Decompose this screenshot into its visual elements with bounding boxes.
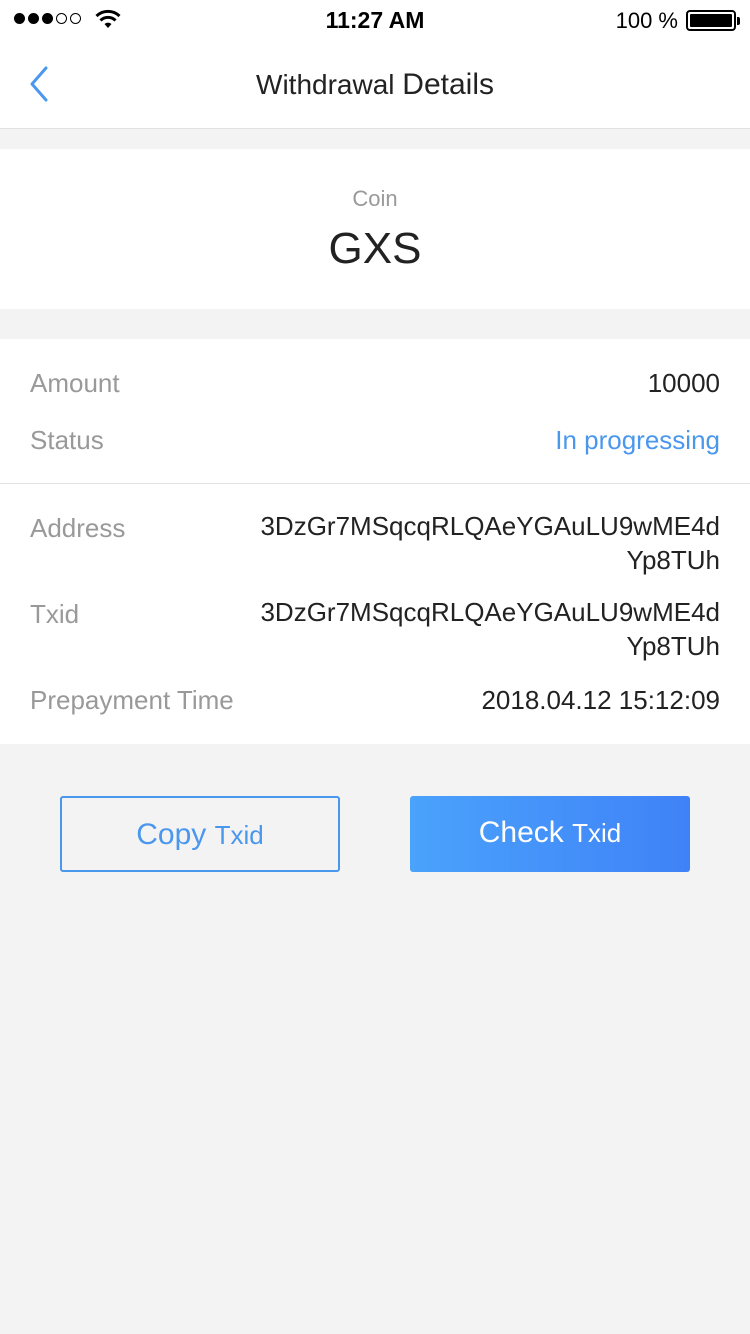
txid-value: 3DzGr7MSqcqRLQAeYGAuLU9wME4dYp8TUh xyxy=(260,597,720,661)
page-title: Withdrawal Details xyxy=(0,68,750,102)
check-button-label-suffix: Txid xyxy=(572,818,622,848)
copy-txid-button[interactable]: Copy Txid xyxy=(60,796,340,872)
status-bar: 11:27 AM 100 % xyxy=(0,0,750,40)
amount-value: 10000 xyxy=(647,368,720,398)
check-button-label: Check xyxy=(478,816,564,849)
prepayment-time-value: 2018.04.12 15:12:09 xyxy=(481,685,720,715)
battery-percentage: 100 % xyxy=(615,8,678,33)
address-row: Address 3DzGr7MSqcqRLQAeYGAuLU9wME4dYp8T… xyxy=(30,511,720,577)
status-row: Status In progressing xyxy=(30,425,720,456)
prepayment-time-row: Prepayment Time 2018.04.12 15:12:09 xyxy=(30,685,720,716)
copy-button-label: Copy xyxy=(136,818,207,851)
status-label: Status xyxy=(30,425,104,455)
coin-card: Coin GXS xyxy=(0,149,750,309)
prepayment-time-label: Prepayment Time xyxy=(30,685,234,715)
amount-row: Amount 10000 xyxy=(30,368,720,399)
navigation-bar: Withdrawal Details xyxy=(0,40,750,129)
coin-label: Coin xyxy=(352,186,398,211)
page-title-part1: Withdrawal xyxy=(256,69,395,100)
txid-row: Txid 3DzGr7MSqcqRLQAeYGAuLU9wME4dYp8TUh xyxy=(30,597,720,663)
address-value: 3DzGr7MSqcqRLQAeYGAuLU9wME4dYp8TUh xyxy=(260,511,720,575)
address-label: Address xyxy=(30,513,126,543)
page-title-part2: Details xyxy=(402,68,494,101)
divider xyxy=(0,483,750,484)
battery-icon xyxy=(686,10,740,31)
check-txid-button[interactable]: Check Txid xyxy=(410,796,690,872)
withdrawal-details-card: Amount 10000 Status In progressing Addre… xyxy=(0,339,750,744)
copy-button-label-suffix: Txid xyxy=(214,820,264,850)
amount-label: Amount xyxy=(30,368,120,398)
txid-label: Txid xyxy=(30,599,80,629)
status-value: In progressing xyxy=(555,425,720,455)
coin-value: GXS xyxy=(328,224,422,273)
